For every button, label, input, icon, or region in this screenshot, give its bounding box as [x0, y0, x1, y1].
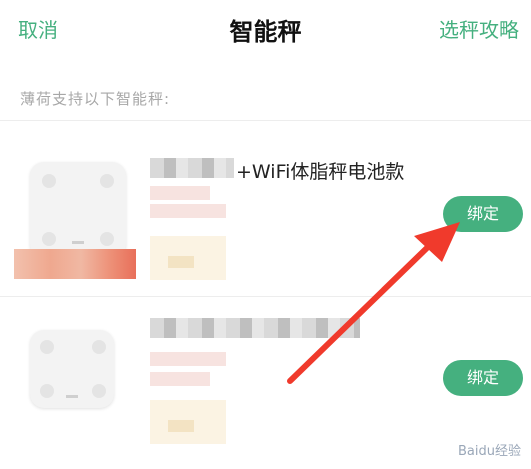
annotation-arrow	[287, 222, 460, 384]
watermark: Baidu经验	[458, 444, 521, 459]
